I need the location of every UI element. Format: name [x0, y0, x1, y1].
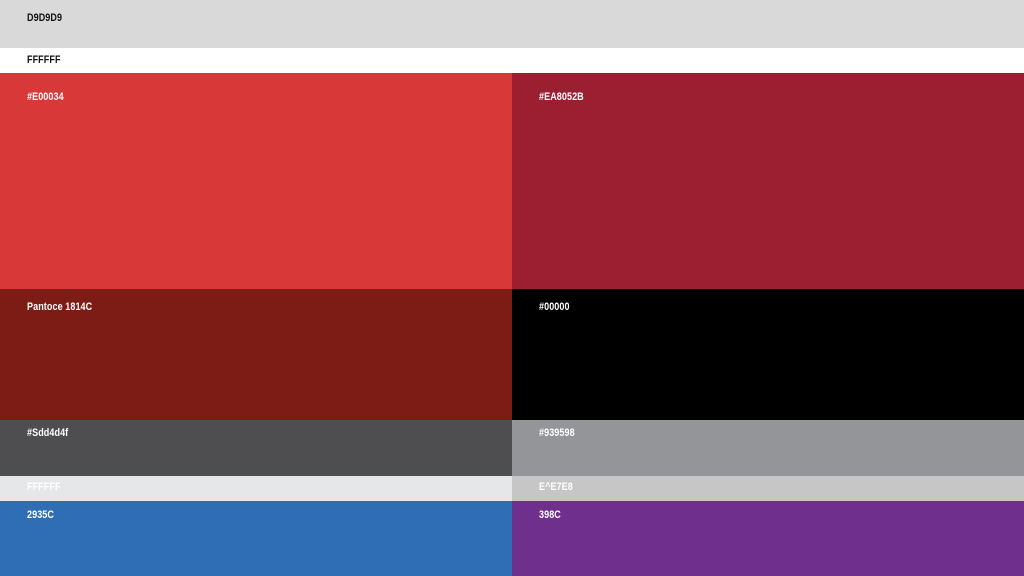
- swatch-blue: 2935C: [0, 501, 512, 576]
- swatch-crimson: #EA8052B: [512, 73, 1024, 289]
- swatch-top-gray: D9D9D9: [0, 0, 1024, 48]
- swatch-label: E^E7E8: [539, 481, 573, 493]
- swatch-label: #939598: [539, 427, 575, 439]
- swatch-dark-red: Pantoce 1814C: [0, 289, 512, 420]
- swatch-label: 2935C: [27, 509, 54, 521]
- swatch-label: #EA8052B: [539, 91, 584, 103]
- swatch-label: D9D9D9: [27, 12, 63, 24]
- swatch-light-gray: E^E7E8: [512, 476, 1024, 501]
- swatch-mid-gray: #939598: [512, 420, 1024, 476]
- swatch-label: FFFFFF: [27, 481, 61, 493]
- swatch-label: #Sdd4d4f: [27, 427, 69, 439]
- swatch-red: #E00034: [0, 73, 512, 289]
- swatch-light-white: FFFFFF: [0, 476, 512, 501]
- swatch-label: #00000: [539, 301, 570, 313]
- swatch-dark-gray: #Sdd4d4f: [0, 420, 512, 476]
- swatch-label: FFFFFF: [27, 54, 61, 66]
- swatch-purple: 398C: [512, 501, 1024, 576]
- swatch-black: #00000: [512, 289, 1024, 420]
- swatch-label: Pantoce 1814C: [27, 301, 93, 313]
- swatch-top-white: FFFFFF: [0, 48, 1024, 73]
- swatch-label: 398C: [539, 509, 561, 521]
- swatch-label: #E00034: [27, 91, 64, 103]
